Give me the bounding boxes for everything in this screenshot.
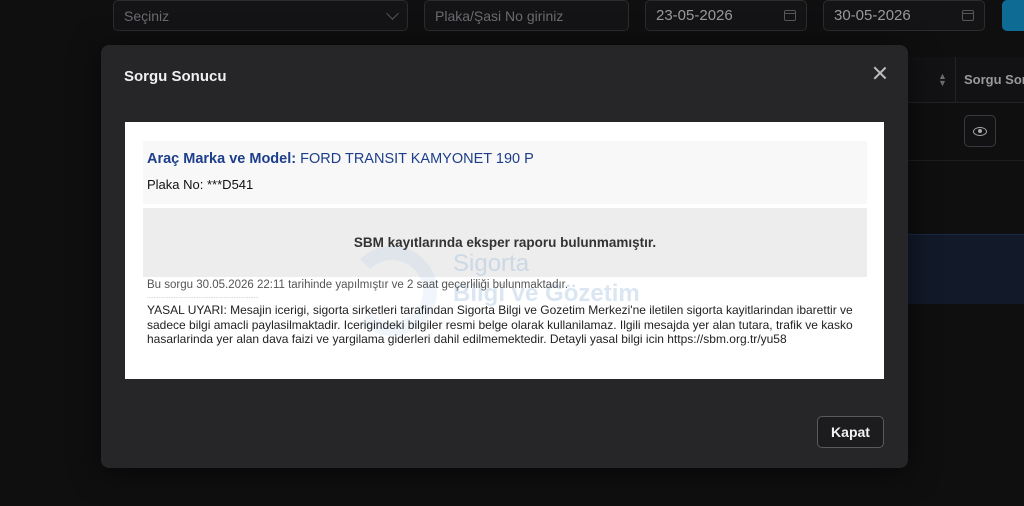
result-panel: Araç Marka ve Model: FORD TRANSIT KAMYON… (125, 122, 884, 379)
close-icon[interactable] (871, 64, 889, 82)
legal-warning: YASAL UYARI: Mesajin icerigi, sigorta si… (147, 303, 853, 346)
calendar-icon (784, 10, 796, 21)
plate-value: ***D541 (207, 177, 254, 192)
modal-title: Sorgu Sonucu (124, 68, 227, 85)
plate-label: Plaka No: (147, 177, 204, 192)
query-id-text: ········································… (147, 295, 259, 301)
search-button[interactable] (1002, 0, 1024, 31)
date-from-input[interactable]: 23-05-2026 (645, 0, 807, 31)
vehicle-model-line: Araç Marka ve Model: FORD TRANSIT KAMYON… (147, 151, 534, 167)
query-timestamp: Bu sorgu 30.05.2026 22:11 tarihinde yapı… (147, 279, 569, 291)
vehicle-value: FORD TRANSIT KAMYONET 190 P (300, 151, 534, 167)
table-row[interactable] (907, 234, 1024, 304)
status-select[interactable]: Seçiniz (113, 0, 408, 31)
table-header-result: Sorgu Sonucu (955, 57, 1024, 103)
row-divider (907, 160, 1024, 161)
vehicle-info-box: Araç Marka ve Model: FORD TRANSIT KAMYON… (143, 141, 867, 204)
chevron-down-icon (386, 7, 399, 20)
query-result-modal: Sorgu Sonucu Araç Marka ve Model: FORD T… (101, 45, 908, 468)
table-header-sort[interactable]: ▲ ▼ (907, 57, 955, 103)
plate-line: Plaka No: ***D541 (147, 177, 253, 192)
vehicle-label: Araç Marka ve Model: (147, 151, 297, 167)
view-result-button[interactable] (964, 115, 996, 147)
close-button[interactable]: Kapat (817, 416, 884, 448)
plate-search-input[interactable]: Plaka/Şasi No giriniz (424, 0, 629, 31)
calendar-icon (962, 10, 974, 21)
no-report-message: SBM kayıtlarında eksper raporu bulunmamı… (353, 235, 657, 250)
report-status-box: SBM kayıtlarında eksper raporu bulunmamı… (143, 208, 867, 277)
eye-icon (973, 126, 987, 136)
date-to-input[interactable]: 30-05-2026 (823, 0, 985, 31)
sort-icon: ▲ ▼ (938, 70, 947, 88)
